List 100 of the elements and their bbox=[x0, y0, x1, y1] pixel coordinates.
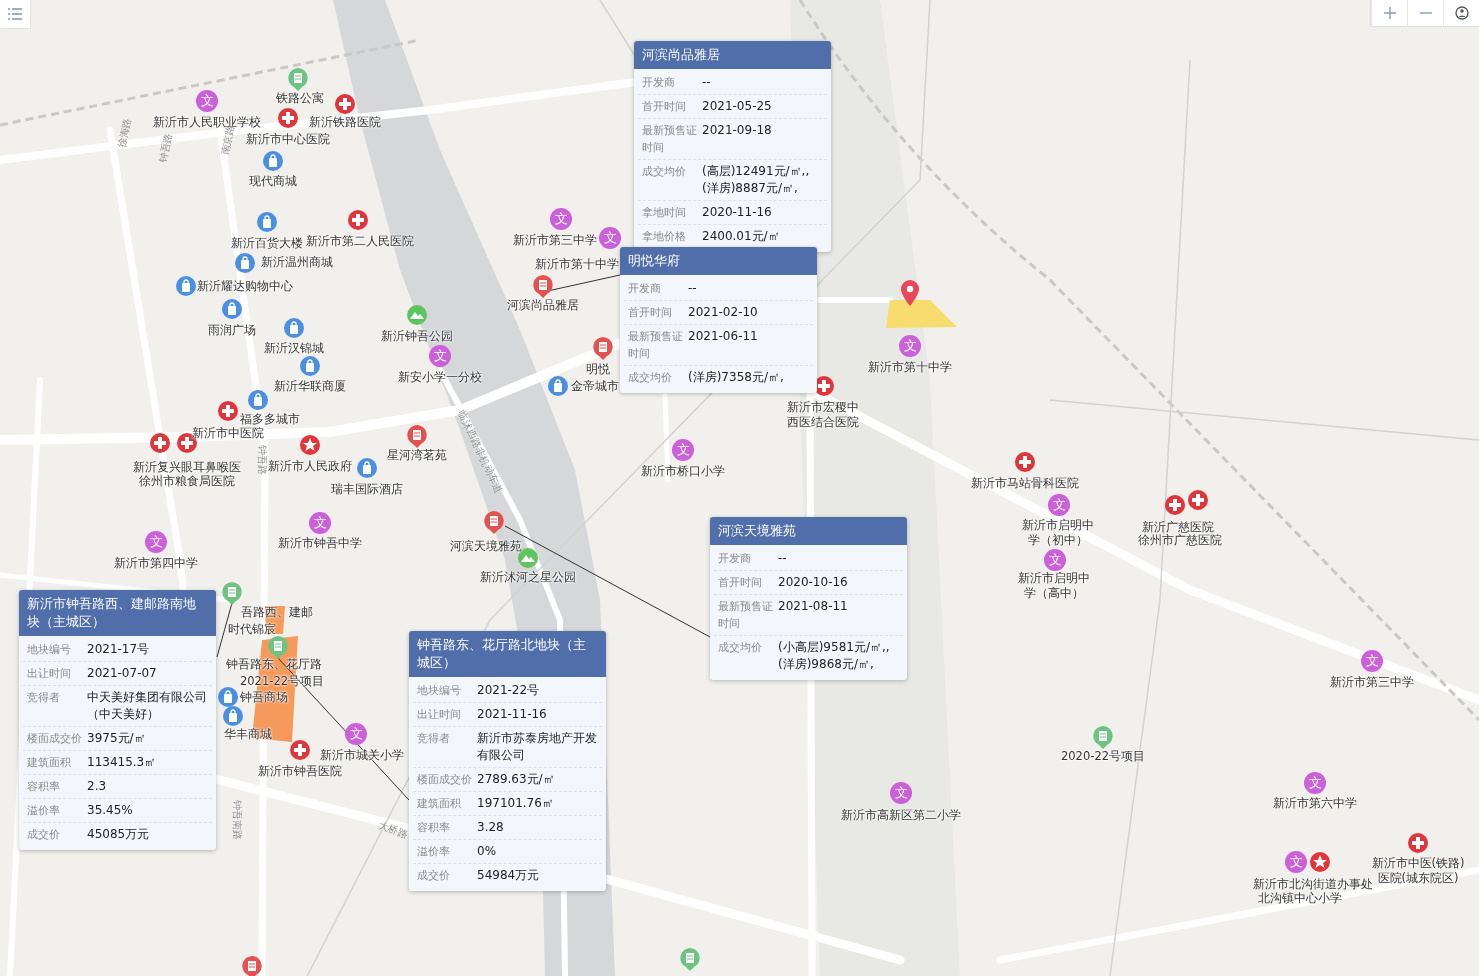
field-label: 最新预售证时间 bbox=[628, 329, 684, 361]
menu-button[interactable] bbox=[0, 0, 30, 28]
shopping-bag-icon[interactable] bbox=[221, 298, 243, 320]
building-pin-icon[interactable] bbox=[679, 947, 701, 972]
field-value: (小高层)9581元/㎡,,(洋房)9868元/㎡, bbox=[778, 639, 891, 673]
place-label: 新沂市中心医院 bbox=[246, 131, 330, 147]
field-label: 竞得者 bbox=[27, 690, 61, 705]
field-label: 建筑面积 bbox=[27, 755, 72, 770]
building-pin-icon[interactable] bbox=[406, 424, 428, 449]
popup-title: 河滨尚品雅居 bbox=[634, 41, 831, 69]
field-value: 2020-11-16 bbox=[702, 204, 773, 221]
shopping-bag-icon[interactable] bbox=[175, 275, 197, 297]
place-label: 新沂汉锦城 bbox=[264, 340, 324, 356]
hospital-icon[interactable] bbox=[289, 739, 311, 761]
hospital-icon[interactable] bbox=[1407, 832, 1429, 854]
place-label: 新沂百货大楼 bbox=[231, 235, 303, 251]
place-label: 新沂市启明中学（初中） bbox=[1021, 518, 1095, 548]
popup-title: 新沂市钟吾路西、建邮路南地块（主城区） bbox=[19, 590, 216, 636]
building-pin-icon[interactable] bbox=[483, 510, 505, 535]
place-label: 新沂市城关小学 bbox=[320, 747, 404, 763]
field-label: 拿地价格 bbox=[642, 229, 687, 244]
field-value: 2021-11-16 bbox=[477, 706, 548, 723]
place-label: 新沂铁路医院 bbox=[309, 114, 381, 130]
place-label: 新沂市马站骨科医院 bbox=[971, 475, 1079, 491]
road-label: 钟吾路 bbox=[256, 445, 269, 475]
place-label: 新沂温州商城 bbox=[261, 254, 333, 270]
popup-title: 钟吾路东、花厅路北地块（主城区） bbox=[409, 631, 606, 677]
shopping-bag-icon[interactable] bbox=[247, 389, 269, 411]
building-pin-icon[interactable] bbox=[241, 955, 263, 976]
hospital-icon[interactable] bbox=[1187, 489, 1209, 511]
field-value: 2021-02-10 bbox=[688, 304, 759, 321]
place-label: 新沂市钟吾中学 bbox=[278, 535, 362, 551]
shopping-bag-icon[interactable] bbox=[222, 705, 244, 727]
building-pin-icon[interactable] bbox=[592, 336, 614, 361]
locate-button[interactable] bbox=[1443, 0, 1479, 26]
field-value: 2400.01元/㎡ bbox=[702, 228, 781, 245]
shopping-bag-icon[interactable] bbox=[234, 252, 256, 274]
field-value: 3.28 bbox=[477, 819, 505, 836]
place-label: 新沂市宏稷中西医结合医院 bbox=[786, 400, 860, 430]
field-label: 容积率 bbox=[27, 779, 61, 794]
field-label: 建筑面积 bbox=[417, 796, 462, 811]
place-label: 新沂市第三中学 bbox=[1330, 674, 1414, 690]
shopping-bag-icon[interactable] bbox=[356, 457, 378, 479]
place-label: 雨润广场 bbox=[208, 322, 256, 338]
place-label: 新沂复兴眼耳鼻喉医 bbox=[133, 459, 241, 475]
field-value: (高层)12491元/㎡,,(洋房)8887元/㎡, bbox=[702, 163, 811, 197]
field-value: 2.3 bbox=[87, 778, 108, 795]
field-label: 成交均价 bbox=[642, 164, 687, 179]
field-value: 中天美好集团有限公司（中天美好） bbox=[87, 689, 208, 723]
place-label: 新沂沭河之星公园 bbox=[480, 569, 576, 585]
location-pin-icon[interactable] bbox=[901, 280, 919, 306]
field-value: (洋房)7358元/㎡, bbox=[688, 369, 785, 386]
field-value: -- bbox=[778, 550, 788, 567]
field-value: 2789.63元/㎡ bbox=[477, 771, 556, 788]
place-label: 新沂市高新区第二小学 bbox=[841, 807, 961, 823]
field-value: 2021-08-11 bbox=[778, 598, 849, 615]
building-pin-icon[interactable] bbox=[221, 581, 243, 606]
field-label: 最新预售证时间 bbox=[718, 599, 774, 631]
place-label: 新沂市第三中学 bbox=[513, 232, 597, 248]
building-pin-icon[interactable] bbox=[1092, 725, 1114, 750]
field-value: 2020-10-16 bbox=[778, 574, 849, 591]
place-label: 铁路公寓 bbox=[276, 90, 324, 106]
place-label: 新沂市第十中学 bbox=[868, 359, 952, 375]
shopping-bag-icon[interactable] bbox=[217, 686, 239, 708]
place-label: 新沂市人民政府 bbox=[268, 458, 352, 473]
field-label: 出让时间 bbox=[27, 666, 72, 681]
place-label: 星河湾茗苑 bbox=[387, 447, 447, 463]
hospital-icon[interactable] bbox=[1014, 451, 1036, 473]
field-value: 0% bbox=[477, 843, 498, 860]
hospital-icon[interactable] bbox=[277, 107, 299, 129]
field-value: 2021-09-18 bbox=[702, 122, 773, 139]
place-label: 福多多城市 bbox=[240, 411, 300, 427]
field-label: 地块编号 bbox=[417, 683, 462, 698]
field-value: 2021-06-11 bbox=[688, 328, 759, 345]
place-label: 徐州市广慈医院 bbox=[1138, 532, 1222, 548]
field-label: 出让时间 bbox=[417, 707, 462, 722]
hospital-icon[interactable] bbox=[347, 209, 369, 231]
road-label: 徐海路 bbox=[115, 117, 134, 149]
field-label: 竞得者 bbox=[417, 731, 451, 746]
place-label: 徐州市粮食局医院 bbox=[139, 473, 235, 489]
shopping-bag-icon[interactable] bbox=[547, 375, 569, 397]
field-label: 地块编号 bbox=[27, 642, 72, 657]
zoom-in-button[interactable] bbox=[1371, 0, 1407, 26]
hospital-icon[interactable] bbox=[217, 400, 239, 422]
field-label: 开发商 bbox=[628, 281, 662, 296]
shopping-bag-icon[interactable] bbox=[299, 355, 321, 377]
building-pin-icon[interactable] bbox=[287, 67, 309, 92]
shopping-bag-icon[interactable] bbox=[283, 317, 305, 339]
shopping-bag-icon[interactable] bbox=[256, 211, 278, 233]
shopping-bag-icon[interactable] bbox=[262, 150, 284, 172]
field-value: -- bbox=[702, 74, 712, 91]
field-value: -- bbox=[688, 280, 698, 297]
mountain-icon[interactable] bbox=[406, 304, 428, 326]
hospital-icon[interactable] bbox=[334, 93, 356, 115]
list-icon bbox=[8, 8, 22, 20]
hospital-icon[interactable] bbox=[1164, 494, 1186, 516]
hospital-icon[interactable] bbox=[149, 432, 171, 454]
field-value: 113415.3㎡ bbox=[87, 754, 158, 771]
building-pin-icon[interactable] bbox=[532, 274, 554, 299]
place-label: 新安小学一分校 bbox=[398, 369, 482, 385]
